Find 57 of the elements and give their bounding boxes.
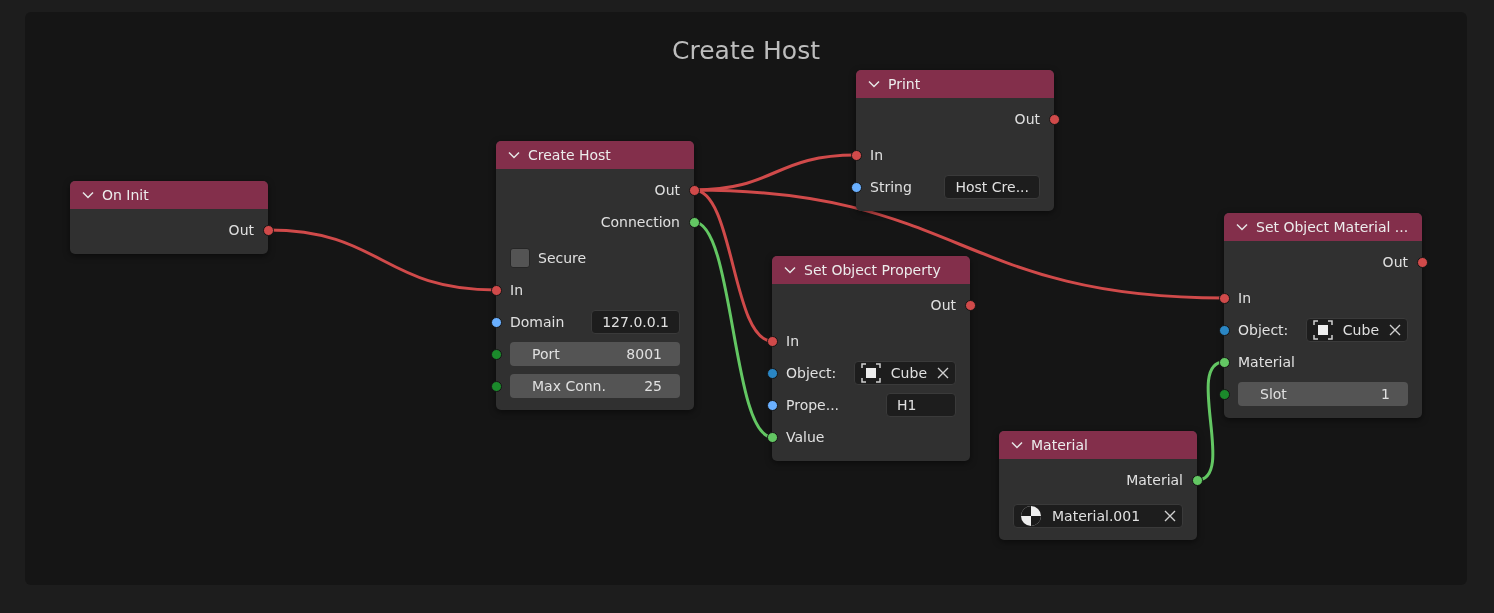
- field-label: Object:: [786, 365, 837, 381]
- socket-label: Out: [654, 182, 680, 198]
- socket-label: Connection: [600, 214, 680, 230]
- cube-icon: [1312, 320, 1333, 340]
- node-card[interactable]: Create Host Out Connection Secure In Domain 127.0.0.1 Port 8001 Max Conn. 25: [496, 141, 694, 410]
- field-label: Object:: [1238, 322, 1289, 338]
- field-label: String: [870, 179, 912, 195]
- number-field[interactable]: Slot 1: [1238, 382, 1408, 406]
- chevron-icon[interactable]: [508, 151, 520, 159]
- socket-label: In: [786, 333, 799, 349]
- field-label: Domain: [510, 314, 565, 330]
- number-field[interactable]: Max Conn. 25: [510, 374, 680, 398]
- material-sphere-icon: [1020, 505, 1042, 527]
- node-title: Set Object Material ...: [1256, 219, 1409, 235]
- clear-icon[interactable]: [1389, 324, 1401, 336]
- socket-label: Out: [1382, 254, 1408, 270]
- clear-icon[interactable]: [937, 367, 949, 379]
- socket-label: In: [510, 282, 523, 298]
- chevron-icon[interactable]: [784, 266, 796, 274]
- socket-label: Material: [1126, 472, 1183, 488]
- socket-label: Out: [228, 222, 254, 238]
- node-header[interactable]: On Init: [70, 181, 268, 209]
- text-field[interactable]: 127.0.0.1: [591, 310, 680, 334]
- field-label: Prope...: [786, 397, 840, 413]
- chevron-icon[interactable]: [1236, 223, 1248, 231]
- node-card[interactable]: Set Object Material ... Out In Object: Cube Material Slot 1: [1224, 213, 1422, 418]
- socket-label: Value: [786, 429, 825, 445]
- socket-label: In: [870, 147, 883, 163]
- socket-label: In: [1238, 290, 1251, 306]
- node-title: Print: [888, 76, 921, 92]
- node-card[interactable]: Set Object Property Out In Object: Cube Prope... H1 Value: [772, 256, 970, 461]
- socket-label: Out: [1014, 111, 1040, 127]
- number-field[interactable]: Port 8001: [510, 342, 680, 366]
- chevron-icon[interactable]: [868, 80, 880, 88]
- chevron-icon[interactable]: [1011, 441, 1023, 449]
- checkbox-label: Secure: [538, 250, 587, 266]
- text-field[interactable]: H1: [886, 393, 956, 417]
- node-card[interactable]: On Init Out: [70, 181, 268, 254]
- node-card[interactable]: Material Material Material.001: [999, 431, 1197, 540]
- node-header[interactable]: Print: [856, 70, 1054, 98]
- node-title: Set Object Property: [804, 262, 941, 278]
- node-header[interactable]: Set Object Property: [772, 256, 970, 284]
- node-title: Material: [1031, 437, 1088, 453]
- text-field[interactable]: Host Cre...: [944, 175, 1040, 199]
- socket-label: Material: [1238, 354, 1295, 370]
- chevron-icon[interactable]: [82, 191, 94, 199]
- node-title: Create Host: [528, 147, 611, 163]
- clear-icon[interactable]: [1164, 510, 1176, 522]
- node-header[interactable]: Create Host: [496, 141, 694, 169]
- node-card[interactable]: Print Out In String Host Cre...: [856, 70, 1054, 211]
- checkbox[interactable]: [510, 248, 530, 268]
- node-header[interactable]: Set Object Material ...: [1224, 213, 1422, 241]
- node-title: On Init: [102, 187, 149, 203]
- socket-label: Out: [930, 297, 956, 313]
- frame-title: Create Host: [672, 36, 820, 65]
- node-header[interactable]: Material: [999, 431, 1197, 459]
- cube-icon: [860, 363, 881, 383]
